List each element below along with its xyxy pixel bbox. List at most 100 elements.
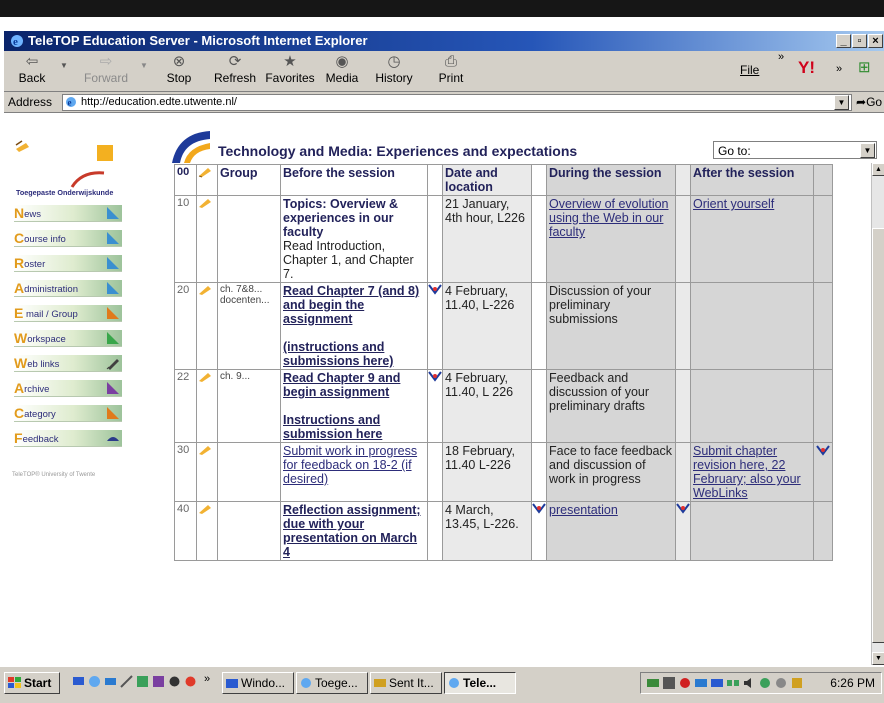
vertical-scrollbar[interactable]: ▲ ▼ — [871, 163, 884, 665]
before-cell[interactable]: Reflection assignment; due with your pre… — [280, 501, 428, 561]
date-cell: 18 February, 11.40 L-226 — [442, 442, 532, 502]
task-windows[interactable]: Windo... — [222, 672, 294, 694]
tray-icon-10[interactable] — [791, 677, 803, 689]
favorites-button[interactable]: ★ Favorites — [262, 53, 318, 85]
scroll-up-button[interactable]: ▲ — [872, 163, 884, 176]
after-link[interactable]: Submit chapter revision here, 22 Februar… — [690, 442, 814, 502]
nav-web-links[interactable]: Web links — [14, 355, 122, 372]
nav-news[interactable]: News — [14, 205, 122, 222]
nav-administration[interactable]: Administration — [14, 280, 122, 297]
nav-workspace[interactable]: Workspace — [14, 330, 122, 347]
quicklaunch-chevron[interactable]: » — [204, 673, 210, 685]
after-cell — [690, 369, 814, 443]
during-link[interactable]: Overview of evolution using the Web in o… — [546, 195, 676, 283]
after-cell — [690, 501, 814, 561]
forward-button[interactable]: ⇨ Forward — [80, 53, 132, 85]
windows-logo-icon — [8, 677, 21, 688]
task-sent-items[interactable]: Sent It... — [370, 672, 442, 694]
refresh-button[interactable]: ⟳ Refresh — [210, 53, 260, 85]
maximize-button[interactable]: ▫ — [852, 34, 867, 48]
edit-icon[interactable] — [196, 164, 218, 196]
edit-icon[interactable] — [196, 282, 218, 370]
edit-icon[interactable] — [196, 195, 218, 283]
mail-icon — [374, 679, 386, 687]
scroll-thumb[interactable] — [872, 228, 884, 643]
refresh-icon: ⟳ — [228, 53, 242, 70]
before-cell[interactable]: Read Chapter 9 and begin assignment Instr… — [280, 369, 428, 443]
tray-icon-3[interactable] — [679, 677, 691, 689]
teletop-logo: Toegepaste Onderwijskunde — [15, 140, 113, 197]
table-row: 10 Topics: Overview & experiences in our… — [174, 195, 833, 283]
toolbar-chevron[interactable]: » — [778, 51, 784, 63]
print-button[interactable]: ⎙ Print — [434, 53, 468, 85]
stop-button[interactable]: ⊗ Stop — [162, 53, 196, 85]
scroll-down-button[interactable]: ▼ — [872, 652, 884, 665]
attachment-icon[interactable] — [427, 369, 443, 443]
yahoo-chevron[interactable]: » — [836, 63, 842, 75]
minimize-button[interactable]: _ — [836, 34, 851, 48]
tray-icon-1[interactable] — [647, 677, 659, 689]
task-toege[interactable]: Toege... — [296, 672, 368, 694]
messenger-icon[interactable] — [184, 675, 197, 688]
administration-icon — [107, 282, 119, 294]
forward-dropdown[interactable]: ▼ — [140, 61, 148, 70]
app-icon[interactable] — [152, 675, 165, 688]
page-content: Toegepaste Onderwijskunde News Course in… — [4, 113, 884, 665]
tray-icon-5[interactable] — [711, 677, 723, 689]
volume-icon[interactable] — [743, 677, 755, 689]
edit-icon[interactable] — [196, 442, 218, 502]
before-link[interactable]: Submit work in progress for feedback on … — [280, 442, 428, 502]
edit-icon[interactable] — [196, 501, 218, 561]
address-dropdown-button[interactable]: ▼ — [834, 95, 849, 110]
file-menu[interactable]: File — [740, 63, 759, 77]
before-cell[interactable]: Read Chapter 7 (and 8) and begin the ass… — [280, 282, 428, 370]
nav-email-group[interactable]: E mail / Group — [14, 305, 122, 322]
start-button[interactable]: Start — [4, 672, 60, 694]
nav-course-info[interactable]: Course info — [14, 230, 122, 247]
table-row: 22 ch. 9... Read Chapter 9 and begin ass… — [174, 369, 833, 443]
history-button[interactable]: ◷ History — [372, 53, 416, 85]
during-link[interactable]: presentation — [546, 501, 676, 561]
header-swoosh-icon — [172, 131, 210, 163]
attachment-icon[interactable] — [427, 282, 443, 370]
after-header: After the session — [690, 164, 814, 196]
after-link[interactable]: Orient yourself — [690, 195, 814, 283]
attachment-icon[interactable] — [675, 501, 691, 561]
tools-icon[interactable] — [120, 675, 133, 688]
tray-icon-4[interactable] — [695, 677, 707, 689]
desktop-icon[interactable] — [72, 675, 85, 688]
nav-archive[interactable]: Archive — [14, 380, 122, 397]
tray-icon-9[interactable] — [775, 677, 787, 689]
network-icon[interactable] — [136, 675, 149, 688]
workspace-icon — [107, 332, 119, 344]
media-button[interactable]: ◉ Media — [322, 53, 362, 85]
outlook-icon[interactable] — [104, 675, 117, 688]
browser-toolbar: ⇦ Back ▼ ⇨ Forward ▼ ⊗ Stop ⟳ Refresh ★ Favor… — [4, 51, 884, 92]
goto-select[interactable]: Go to: ▼ — [713, 141, 877, 159]
clock[interactable]: 6:26 PM — [830, 673, 875, 693]
row-number: 30 — [174, 442, 197, 502]
nav-feedback[interactable]: Feedback — [14, 430, 122, 447]
tray-icon-2[interactable] — [663, 677, 675, 689]
date-cell: 4 March, 13.45, L-226. — [442, 501, 532, 561]
back-dropdown[interactable]: ▼ — [60, 61, 68, 70]
task-teletop[interactable]: Tele... — [444, 672, 516, 694]
tray-icon-8[interactable] — [759, 677, 771, 689]
date-cell: 4 February, 11.40, L-226 — [442, 282, 532, 370]
nav-roster[interactable]: Roster — [14, 255, 122, 272]
media-player-icon[interactable] — [168, 675, 181, 688]
back-button[interactable]: ⇦ Back — [10, 53, 54, 85]
window-title-bar[interactable]: e TeleTOP Education Server - Microsoft I… — [4, 31, 884, 51]
edit-icon[interactable] — [196, 369, 218, 443]
close-button[interactable]: × — [868, 34, 883, 48]
group-cell — [217, 195, 281, 283]
go-button[interactable]: ➦Go — [856, 92, 882, 112]
address-input[interactable]: e http://education.edte.utwente.nl/ — [62, 94, 852, 111]
ie-quicklaunch-icon[interactable] — [88, 675, 101, 688]
attachment-icon[interactable] — [813, 442, 833, 502]
yahoo-button[interactable]: Y! — [798, 59, 815, 77]
attachment-icon[interactable] — [531, 501, 547, 561]
network-tray-icon[interactable] — [727, 677, 739, 689]
nav-category[interactable]: Category — [14, 405, 122, 422]
during-header: During the session — [546, 164, 676, 196]
